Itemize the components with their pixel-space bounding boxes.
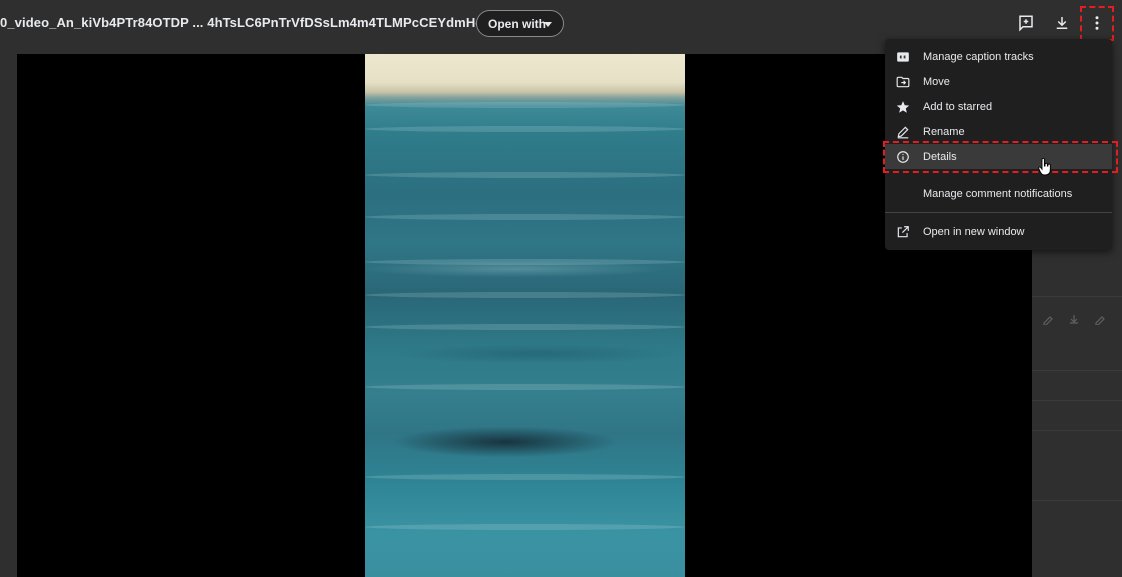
edit-icon bbox=[896, 125, 910, 139]
menu-item-label: Manage comment notifications bbox=[923, 187, 1073, 200]
menu-item-label: Details bbox=[923, 150, 957, 163]
menu-item-details[interactable]: Details bbox=[885, 144, 1112, 169]
menu-item-label: Move bbox=[923, 75, 950, 88]
file-name-title: 0_video_An_kiVb4PTr84OTDP ... 4hTsLC6PnT… bbox=[0, 15, 536, 30]
background-divider bbox=[1032, 400, 1122, 401]
open-with-button[interactable]: Open with bbox=[476, 10, 564, 37]
info-icon bbox=[896, 150, 910, 164]
menu-item-label: Rename bbox=[923, 125, 965, 138]
background-icon bbox=[1094, 312, 1106, 326]
background-icon bbox=[1068, 312, 1080, 324]
menu-item-add-to-starred[interactable]: Add to starred bbox=[885, 94, 1112, 119]
download-icon[interactable] bbox=[1052, 13, 1072, 33]
background-divider bbox=[1032, 430, 1122, 431]
open-with-label: Open with bbox=[488, 16, 546, 31]
video-player[interactable] bbox=[17, 54, 1032, 577]
star-icon bbox=[896, 100, 910, 114]
caret-down-icon bbox=[544, 22, 552, 27]
video-frame-ocean bbox=[365, 54, 685, 577]
menu-item-move[interactable]: Move bbox=[885, 69, 1112, 94]
add-comment-icon[interactable] bbox=[1016, 13, 1036, 33]
menu-item-rename[interactable]: Rename bbox=[885, 119, 1112, 144]
folder-move-icon bbox=[896, 75, 910, 89]
more-vert-icon[interactable] bbox=[1087, 13, 1107, 33]
more-actions-menu: Manage caption tracks Move Add to starre… bbox=[885, 39, 1112, 250]
menu-item-manage-caption-tracks[interactable]: Manage caption tracks bbox=[885, 44, 1112, 69]
background-divider bbox=[1032, 296, 1122, 297]
menu-item-label: Manage caption tracks bbox=[923, 50, 1034, 63]
video-preview-window: 0_video_An_kiVb4PTr84OTDP ... 4hTsLC6PnT… bbox=[0, 0, 1122, 577]
hand-cursor-icon bbox=[1038, 157, 1052, 176]
closed-caption-icon bbox=[896, 50, 910, 64]
menu-item-label: Open in new window bbox=[923, 225, 1025, 238]
open-in-new-icon bbox=[896, 225, 910, 239]
menu-item-open-in-new-window[interactable]: Open in new window bbox=[885, 219, 1112, 244]
background-icon bbox=[1042, 312, 1054, 326]
menu-divider bbox=[885, 212, 1112, 213]
menu-item-label: Add to starred bbox=[923, 100, 993, 113]
menu-item-manage-comment-notifications[interactable]: Manage comment notifications bbox=[885, 181, 1112, 206]
background-divider bbox=[1032, 500, 1122, 501]
background-divider bbox=[1032, 370, 1122, 371]
